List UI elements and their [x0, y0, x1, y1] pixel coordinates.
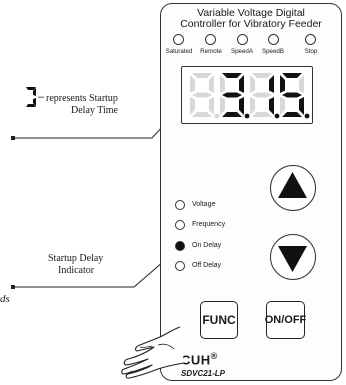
segment-e: [190, 97, 195, 115]
seven-segment-display: [181, 66, 313, 124]
brand-logo: CUH®: [181, 351, 218, 368]
saturated-label: Saturated: [165, 48, 193, 55]
segment-f: [250, 75, 255, 93]
stop-label: Stop: [304, 48, 318, 55]
segment-d: [192, 112, 212, 117]
segment-g: [282, 92, 302, 98]
segment-b: [239, 75, 244, 93]
decrease-button[interactable]: [270, 234, 316, 280]
off-delay-mode-indicator: [175, 261, 185, 271]
callout-indicator-line2: Indicator: [58, 265, 95, 276]
voltage-mode-indicator: [175, 200, 185, 210]
model-number: SDVC21-LP: [181, 369, 226, 378]
on-delay-mode-indicator: [175, 241, 185, 251]
frequency-mode-indicator: [175, 220, 185, 230]
frequency-mode-label: Frequency: [192, 221, 226, 228]
down-arrow-icon: [278, 246, 307, 272]
increase-button[interactable]: [270, 165, 316, 211]
segment-f: [190, 75, 195, 93]
segment-c: [269, 97, 274, 115]
controller-panel: Variable Voltage Digital Controller for …: [160, 3, 342, 381]
segment-f: [220, 75, 225, 93]
segment-e: [220, 97, 225, 115]
segment-b: [269, 75, 274, 93]
segment-c: [209, 97, 214, 115]
segment-d: [282, 112, 302, 117]
decimal-point: [214, 113, 220, 119]
speedb-label: SpeedB: [261, 48, 285, 55]
segment-a: [192, 73, 212, 78]
segment-b: [209, 75, 214, 93]
segment-d: [222, 112, 242, 117]
segment-c: [239, 97, 244, 115]
callout-text-line2: Delay Time: [71, 105, 118, 116]
voltage-mode-label: Voltage: [192, 201, 216, 208]
pointing-hand-icon: [121, 326, 185, 379]
saturated-indicator-light: [173, 34, 184, 45]
display-digits: [190, 73, 310, 119]
off-delay-mode-label: Off Delay: [192, 262, 222, 269]
segment-e: [280, 97, 285, 115]
stop-indicator-light: [305, 34, 316, 45]
segment-g: [192, 92, 212, 98]
callout-text-line1: represents Startup: [46, 93, 118, 104]
segment-b: [299, 75, 304, 93]
up-arrow-icon: [278, 172, 307, 198]
segment-d: [252, 112, 272, 117]
decimal-point: [244, 113, 250, 119]
segment-a: [282, 73, 302, 78]
speeda-indicator-light: [237, 34, 248, 45]
panel-title-line2: Controller for Vibratory Feeder: [180, 18, 322, 30]
segment-a: [252, 73, 272, 78]
segment-c: [299, 97, 304, 115]
remote-indicator-light: [205, 34, 216, 45]
segment-e: [250, 97, 255, 115]
digit-symbol-icon: [26, 87, 36, 107]
on-off-button[interactable]: ON/OFF: [265, 301, 306, 339]
segment-g: [252, 92, 272, 98]
segment-g: [222, 92, 242, 98]
callout-indicator-line1: Startup Delay: [48, 253, 104, 264]
on-delay-mode-label: On Delay: [192, 242, 222, 249]
segment-f: [280, 75, 285, 93]
speedb-indicator-light: [268, 34, 279, 45]
func-button[interactable]: FUNC: [200, 301, 238, 339]
segment-a: [222, 73, 242, 78]
decimal-point: [304, 113, 310, 119]
decimal-point: [274, 113, 280, 119]
partial-text: ds: [0, 293, 10, 305]
